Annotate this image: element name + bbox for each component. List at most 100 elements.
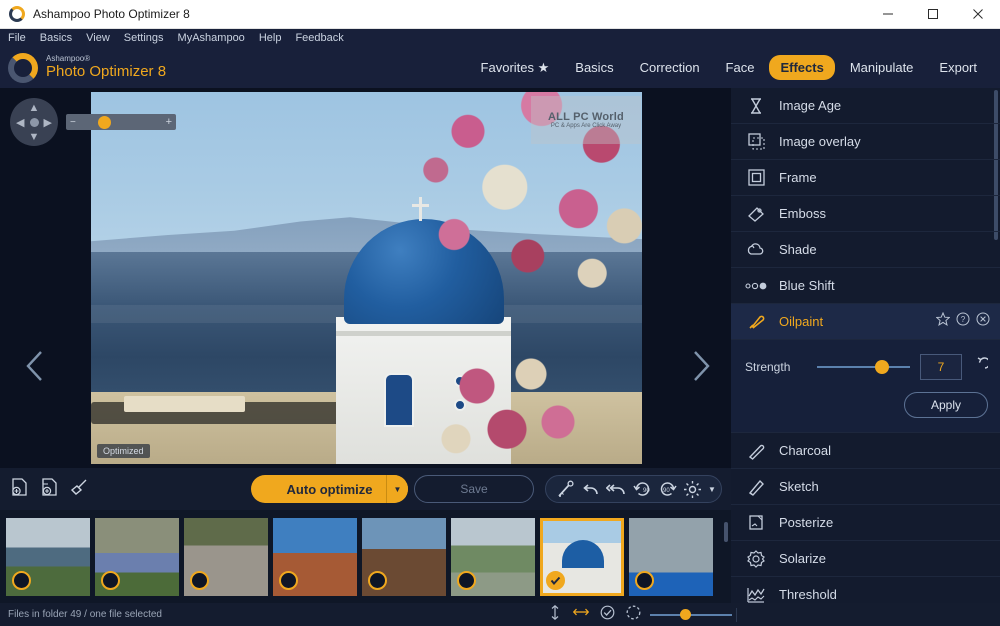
thumbnail-status-badge bbox=[279, 571, 298, 590]
apply-button[interactable]: Apply bbox=[904, 392, 988, 418]
tab-basics[interactable]: Basics bbox=[564, 55, 624, 80]
emboss-icon bbox=[745, 203, 767, 225]
thumbnail-done-badge bbox=[546, 571, 565, 590]
thumbnail-status-badge bbox=[190, 571, 209, 590]
menu-item-settings[interactable]: Settings bbox=[124, 32, 164, 44]
pan-up-icon[interactable]: ▲ bbox=[29, 102, 40, 114]
menu-item-basics[interactable]: Basics bbox=[40, 32, 72, 44]
effect-label: Shade bbox=[779, 242, 817, 257]
zoom-slider-handle[interactable] bbox=[98, 116, 111, 129]
add-folder-icon[interactable] bbox=[40, 477, 60, 502]
auto-optimize-dropdown-caret-icon[interactable]: ▼ bbox=[386, 475, 408, 503]
effect-row-blue-shift[interactable]: Blue Shift bbox=[731, 268, 1000, 304]
question-circle-icon[interactable]: ? bbox=[956, 312, 970, 331]
effect-row-image-age[interactable]: Image Age bbox=[731, 88, 1000, 124]
clear-brush-icon[interactable] bbox=[70, 477, 90, 502]
menu-item-feedback[interactable]: Feedback bbox=[295, 32, 343, 44]
close-icon[interactable] bbox=[955, 0, 1000, 29]
thumbnail-item[interactable] bbox=[629, 518, 713, 596]
strength-value-input[interactable]: 7 bbox=[920, 354, 962, 380]
thumbnail-item[interactable] bbox=[95, 518, 179, 596]
maximize-icon[interactable] bbox=[910, 0, 955, 29]
status-zoom-handle[interactable] bbox=[680, 609, 691, 620]
previous-image-button[interactable] bbox=[12, 343, 58, 389]
strength-slider-handle[interactable] bbox=[875, 360, 889, 374]
thumbnail-item[interactable] bbox=[184, 518, 268, 596]
status-divider bbox=[736, 608, 737, 622]
tab-correction[interactable]: Correction bbox=[629, 55, 711, 80]
photo-bougainvillea-right bbox=[432, 350, 582, 464]
effects-sidebar: Image Age Image overlay Frame Emboss Sha bbox=[731, 88, 1000, 626]
sketch-pencil-icon bbox=[745, 476, 767, 498]
reset-arrow-icon[interactable] bbox=[972, 357, 988, 378]
effect-row-posterize[interactable]: Posterize bbox=[731, 505, 1000, 541]
thumbnail-item[interactable] bbox=[451, 518, 535, 596]
strength-slider[interactable] bbox=[817, 366, 910, 368]
edit-tools-caret-icon[interactable]: ▼ bbox=[708, 485, 716, 494]
settings-gear-icon[interactable] bbox=[683, 480, 702, 499]
image-canvas-area: ALL PC World PC & Apps Are Click Away Op… bbox=[0, 88, 731, 468]
effect-row-charcoal[interactable]: Charcoal bbox=[731, 433, 1000, 469]
ashampoo-ring-icon bbox=[9, 6, 25, 22]
rotate-right-icon[interactable]: 90 bbox=[658, 480, 677, 499]
thumbnail-item[interactable] bbox=[362, 518, 446, 596]
menu-item-view[interactable]: View bbox=[86, 32, 110, 44]
effect-label: Image overlay bbox=[779, 134, 861, 149]
tab-face[interactable]: Face bbox=[715, 55, 766, 80]
window-controls bbox=[865, 0, 1000, 29]
close-circle-icon[interactable] bbox=[976, 312, 990, 331]
menu-item-help[interactable]: Help bbox=[259, 32, 282, 44]
thumbnail-item-selected[interactable] bbox=[540, 518, 624, 596]
effect-row-oilpaint[interactable]: Oilpaint ? bbox=[731, 304, 1000, 340]
check-circle-icon[interactable] bbox=[600, 605, 615, 625]
image-preview[interactable]: ALL PC World PC & Apps Are Click Away Op… bbox=[91, 92, 642, 464]
pan-right-icon[interactable]: ▶ bbox=[44, 116, 52, 129]
oilpaint-brush-icon bbox=[745, 311, 767, 333]
undo-all-icon[interactable] bbox=[606, 480, 627, 499]
save-button[interactable]: Save bbox=[414, 475, 534, 503]
pan-dpad-control[interactable]: ▲ ▼ ◀ ▶ bbox=[10, 98, 58, 146]
pan-down-icon[interactable]: ▼ bbox=[29, 131, 40, 143]
dashed-circle-icon[interactable] bbox=[626, 605, 641, 625]
filmstrip-scrollbar[interactable] bbox=[724, 522, 728, 542]
star-icon[interactable] bbox=[936, 312, 950, 331]
tab-export[interactable]: Export bbox=[928, 55, 988, 80]
thumbnail-item[interactable] bbox=[6, 518, 90, 596]
pan-left-icon[interactable]: ◀ bbox=[16, 116, 24, 129]
canvas-zoom-slider[interactable]: − + bbox=[66, 114, 176, 130]
thumbnail-filmstrip[interactable] bbox=[0, 510, 731, 603]
undo-icon[interactable] bbox=[581, 480, 600, 499]
svg-text:90: 90 bbox=[663, 488, 670, 494]
effect-row-sketch[interactable]: Sketch bbox=[731, 469, 1000, 505]
effect-row-image-overlay[interactable]: Image overlay bbox=[731, 124, 1000, 160]
tab-manipulate[interactable]: Manipulate bbox=[839, 55, 925, 80]
next-image-button[interactable] bbox=[678, 343, 724, 389]
tab-favorites[interactable]: Favorites ★ bbox=[470, 55, 561, 81]
flip-vertical-icon[interactable] bbox=[548, 605, 562, 625]
menu-item-myashampoo[interactable]: MyAshampoo bbox=[178, 32, 245, 44]
charcoal-icon bbox=[745, 440, 767, 462]
thumbnail-status-badge bbox=[101, 571, 120, 590]
effect-label: Charcoal bbox=[779, 443, 831, 458]
effect-row-emboss[interactable]: Emboss bbox=[731, 196, 1000, 232]
effect-label: Oilpaint bbox=[779, 314, 823, 329]
status-text: Files in folder 49 / one file selected bbox=[8, 609, 162, 620]
zoom-in-icon[interactable]: + bbox=[166, 116, 172, 128]
flip-horizontal-icon[interactable] bbox=[573, 605, 589, 624]
effect-label: Sketch bbox=[779, 479, 819, 494]
oilpaint-settings-panel: Strength 7 Apply bbox=[731, 340, 1000, 433]
auto-optimize-button[interactable]: Auto optimize ▼ bbox=[251, 475, 408, 503]
rotate-left-icon[interactable]: 90 bbox=[633, 480, 652, 499]
effect-row-solarize[interactable]: Solarize bbox=[731, 541, 1000, 577]
menu-item-file[interactable]: File bbox=[8, 32, 26, 44]
zoom-out-icon[interactable]: − bbox=[70, 117, 76, 128]
strength-parameter-row: Strength 7 bbox=[745, 354, 988, 380]
effect-row-frame[interactable]: Frame bbox=[731, 160, 1000, 196]
minimize-icon[interactable] bbox=[865, 0, 910, 29]
thumbnail-item[interactable] bbox=[273, 518, 357, 596]
magic-wand-icon[interactable] bbox=[556, 480, 575, 499]
add-file-icon[interactable] bbox=[10, 477, 30, 502]
effect-row-shade[interactable]: Shade bbox=[731, 232, 1000, 268]
tab-effects[interactable]: Effects bbox=[769, 55, 834, 80]
status-zoom-slider[interactable] bbox=[650, 609, 732, 621]
